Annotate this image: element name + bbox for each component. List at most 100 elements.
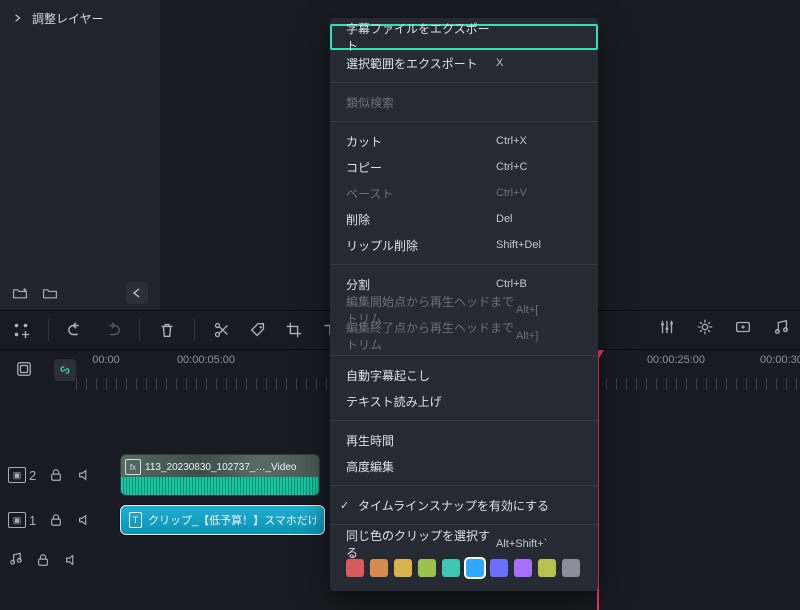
menu-label: コピー <box>346 159 496 176</box>
panel-item-adjustment-layer[interactable]: 調整レイヤー <box>0 0 160 36</box>
folder-icon[interactable] <box>42 285 58 301</box>
color-swatch[interactable] <box>538 559 556 577</box>
ruler-tick: 00:00:30:0 <box>760 354 800 366</box>
mute-icon[interactable] <box>76 512 92 528</box>
color-swatch[interactable] <box>490 559 508 577</box>
menu-label: テキスト読み上げ <box>346 393 496 410</box>
menu-label: 自動字幕起こし <box>346 367 496 384</box>
color-swatch[interactable] <box>418 559 436 577</box>
redo-icon[interactable] <box>103 321 121 339</box>
color-swatch[interactable] <box>346 559 364 577</box>
track-badge: ▣ 1 <box>8 512 36 528</box>
menu-label: リップル削除 <box>346 237 496 254</box>
menu-shortcut: Ctrl+C <box>496 161 527 173</box>
menu-shortcut: X <box>496 57 503 69</box>
menu-item-snap-toggle[interactable]: ✓ タイムラインスナップを有効にする <box>330 492 598 518</box>
menu-item-cut[interactable]: カット Ctrl+X <box>330 128 598 154</box>
text-clip[interactable]: T クリップ_【低予算！】スマホだけで一人称 <box>120 505 325 535</box>
menu-item-paste: ペースト Ctrl+V <box>330 180 598 206</box>
menu-item-select-same-color[interactable]: 同じ色のクリップを選択する Alt+Shift+` <box>330 531 598 557</box>
menu-item-trim-out: 編集終了点から再生ヘッドまでトリム Alt+] <box>330 323 598 349</box>
menu-shortcut: Ctrl+V <box>496 187 527 199</box>
lock-icon[interactable] <box>48 467 64 483</box>
clip-label: 113_20230830_102737_…_Video <box>145 462 296 473</box>
media-side-panel: 調整レイヤー <box>0 0 160 310</box>
new-folder-plus-icon[interactable] <box>12 285 28 301</box>
ruler-tick: 00:00 <box>92 354 120 366</box>
color-swatch[interactable] <box>394 559 412 577</box>
clip-context-menu: 字幕ファイルをエクスポート 選択範囲をエクスポート X 類似検索 カット Ctr… <box>330 18 598 591</box>
menu-label: 再生時間 <box>346 432 496 449</box>
track-header: ▣ 1 <box>0 512 100 528</box>
music-icon[interactable] <box>772 318 790 339</box>
menu-label: タイムラインスナップを有効にする <box>358 497 549 514</box>
panel-item-label: 調整レイヤー <box>32 10 104 27</box>
menu-shortcut: Alt+] <box>516 330 538 342</box>
menu-item-tts[interactable]: テキスト読み上げ <box>330 388 598 414</box>
menu-shortcut: Del <box>496 213 513 225</box>
text-badge-icon: T <box>129 512 142 528</box>
color-swatch[interactable] <box>514 559 532 577</box>
undo-icon[interactable] <box>67 321 85 339</box>
video-track-icon: ▣ <box>8 467 26 483</box>
menu-item-delete[interactable]: 削除 Del <box>330 206 598 232</box>
menu-label: 類似検索 <box>346 94 496 111</box>
crop-icon[interactable] <box>285 321 303 339</box>
tag-icon[interactable] <box>249 321 267 339</box>
export-icon[interactable] <box>734 318 752 339</box>
link-toggle[interactable] <box>54 359 76 381</box>
split-icon[interactable] <box>213 321 231 339</box>
lock-icon[interactable] <box>35 552 51 568</box>
track-header: ▣ 2 <box>0 467 100 483</box>
menu-label: 高度編集 <box>346 458 496 475</box>
color-swatch[interactable] <box>442 559 460 577</box>
menu-shortcut: Ctrl+X <box>496 135 527 147</box>
menu-item-export-subtitle[interactable]: 字幕ファイルをエクスポート <box>330 24 598 50</box>
color-swatch[interactable] <box>562 559 580 577</box>
menu-label: 同じ色のクリップを選択する <box>346 527 496 561</box>
menu-label: 分割 <box>346 276 496 293</box>
settings-icon[interactable] <box>696 318 714 339</box>
menu-item-duration[interactable]: 再生時間 <box>330 427 598 453</box>
track-number: 1 <box>29 513 36 528</box>
track-badge <box>8 551 23 569</box>
mute-icon[interactable] <box>63 552 79 568</box>
panel-bottom-bar <box>0 276 160 310</box>
menu-shortcut: Shift+Del <box>496 239 541 251</box>
menu-item-auto-caption[interactable]: 自動字幕起こし <box>330 362 598 388</box>
stack-icon[interactable] <box>16 361 32 380</box>
color-swatch[interactable] <box>466 559 484 577</box>
menu-shortcut: Alt+[ <box>516 304 538 316</box>
menu-label: カット <box>346 133 496 150</box>
menu-item-similar-search: 類似検索 <box>330 89 598 115</box>
menu-label: 選択範囲をエクスポート <box>346 55 496 72</box>
menu-shortcut: Ctrl+B <box>496 278 527 290</box>
video-track-icon: ▣ <box>8 512 26 528</box>
track-number: 2 <box>29 468 36 483</box>
mixer-icon[interactable] <box>658 318 676 339</box>
color-swatch[interactable] <box>370 559 388 577</box>
collapse-panel-button[interactable] <box>126 282 148 304</box>
video-clip[interactable]: fx 113_20230830_102737_…_Video <box>120 454 320 496</box>
ruler-tick: 00:00:25:00 <box>647 354 705 366</box>
timeline-toolbar-right <box>658 318 790 339</box>
check-icon: ✓ <box>340 499 349 512</box>
lock-icon[interactable] <box>48 512 64 528</box>
delete-icon[interactable] <box>158 321 176 339</box>
fx-badge-icon: fx <box>125 459 141 475</box>
track-header <box>0 551 100 569</box>
menu-label: 編集終了点から再生ヘッドまでトリム <box>346 319 516 353</box>
add-marker-icon[interactable] <box>12 321 30 339</box>
menu-item-export-selection[interactable]: 選択範囲をエクスポート X <box>330 50 598 76</box>
menu-item-advanced-edit[interactable]: 高度編集 <box>330 453 598 479</box>
ruler-tick: 00:00:05:00 <box>177 354 235 366</box>
menu-label: 削除 <box>346 211 496 228</box>
menu-item-ripple-delete[interactable]: リップル削除 Shift+Del <box>330 232 598 258</box>
track-badge: ▣ 2 <box>8 467 36 483</box>
chevron-right-icon <box>14 11 22 25</box>
menu-label: ペースト <box>346 185 496 202</box>
menu-item-copy[interactable]: コピー Ctrl+C <box>330 154 598 180</box>
menu-label: 字幕ファイルをエクスポート <box>346 20 496 54</box>
audio-track-icon <box>8 551 23 569</box>
mute-icon[interactable] <box>76 467 92 483</box>
